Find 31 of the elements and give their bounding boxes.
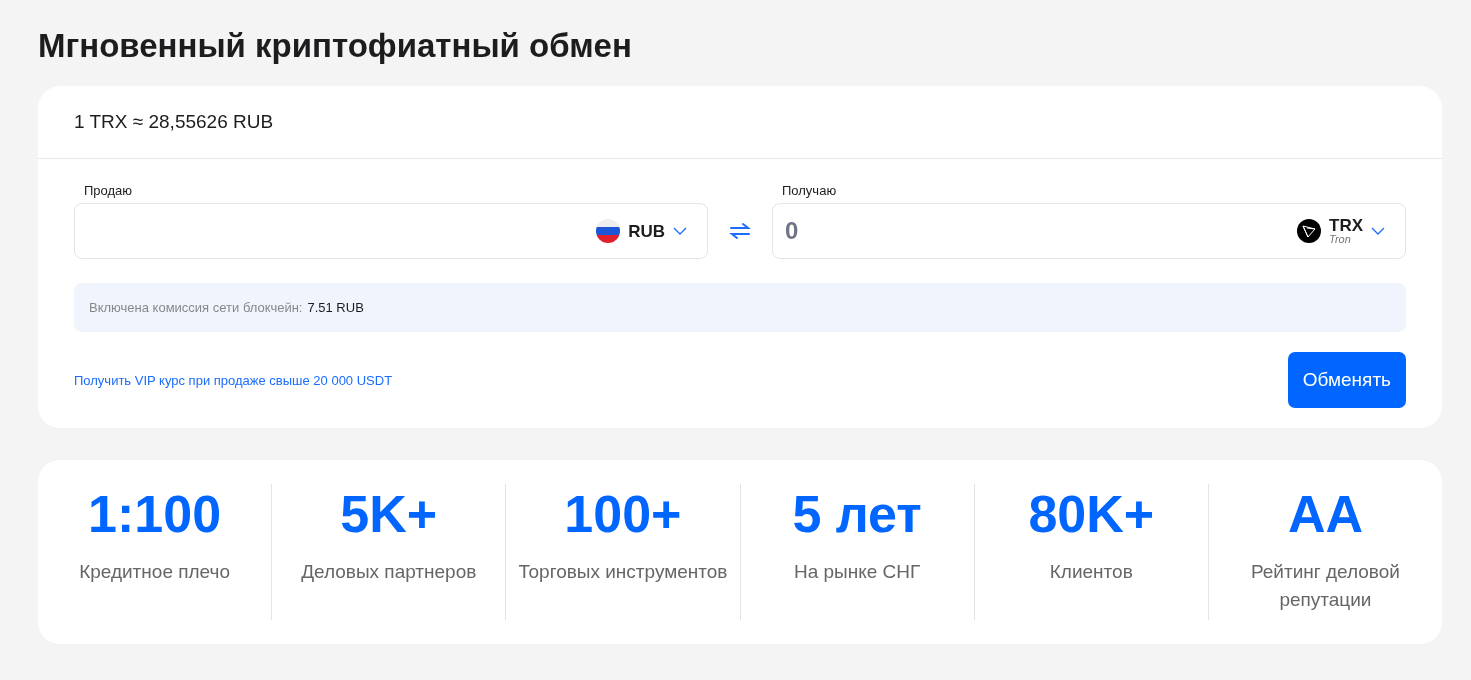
stat-label: Торговых инструментов — [518, 560, 728, 584]
amount-field[interactable]: 0 TRX Tron — [772, 203, 1406, 259]
exchange-rate: 1 TRX ≈ 28,55626 RUB — [38, 86, 1442, 159]
stat-value: 100+ — [563, 484, 683, 544]
field-label: Продаю — [84, 183, 134, 198]
currency-code: TRX — [1329, 217, 1363, 234]
chevron-down-icon — [673, 227, 687, 235]
currency-selector[interactable]: RUB — [596, 219, 687, 243]
page-title: Мгновенный криптофиатный обмен — [38, 26, 633, 66]
coin-icon — [1297, 219, 1321, 243]
stat-value: 5K+ — [339, 484, 439, 544]
network-name: Tron — [1329, 234, 1352, 245]
chevron-down-icon — [1371, 227, 1385, 235]
vip-link[interactable]: Получить VIP курс при продаже свыше 20 000 USDT — [74, 372, 393, 388]
fee-value: 7.51 RUB — [307, 300, 364, 315]
fee-label: Включена комиссия сети блокчейн: — [89, 300, 303, 315]
currency-code: RUB — [628, 222, 665, 240]
stat-label: Клиентов — [1048, 560, 1134, 584]
stat-label: Кредитное плечо — [78, 560, 231, 584]
currency-selector[interactable]: TRX Tron — [1297, 217, 1385, 245]
exchange-button[interactable]: Обменять — [1287, 352, 1406, 408]
stat-label: Деловых партнеров — [300, 560, 478, 584]
flag-icon — [596, 219, 621, 243]
stat-label: Рейтинг деловой репутации — [1249, 560, 1401, 612]
stat-value: 5 лет — [791, 484, 923, 544]
amount-field[interactable]: RUB — [74, 203, 708, 259]
field-label: Получаю — [782, 183, 838, 198]
stat-label: На рынке СНГ — [792, 560, 922, 584]
stat-value: AA — [1286, 484, 1364, 544]
stat-value: 1:100 — [87, 484, 223, 544]
stat-value: 80K+ — [1027, 484, 1156, 544]
